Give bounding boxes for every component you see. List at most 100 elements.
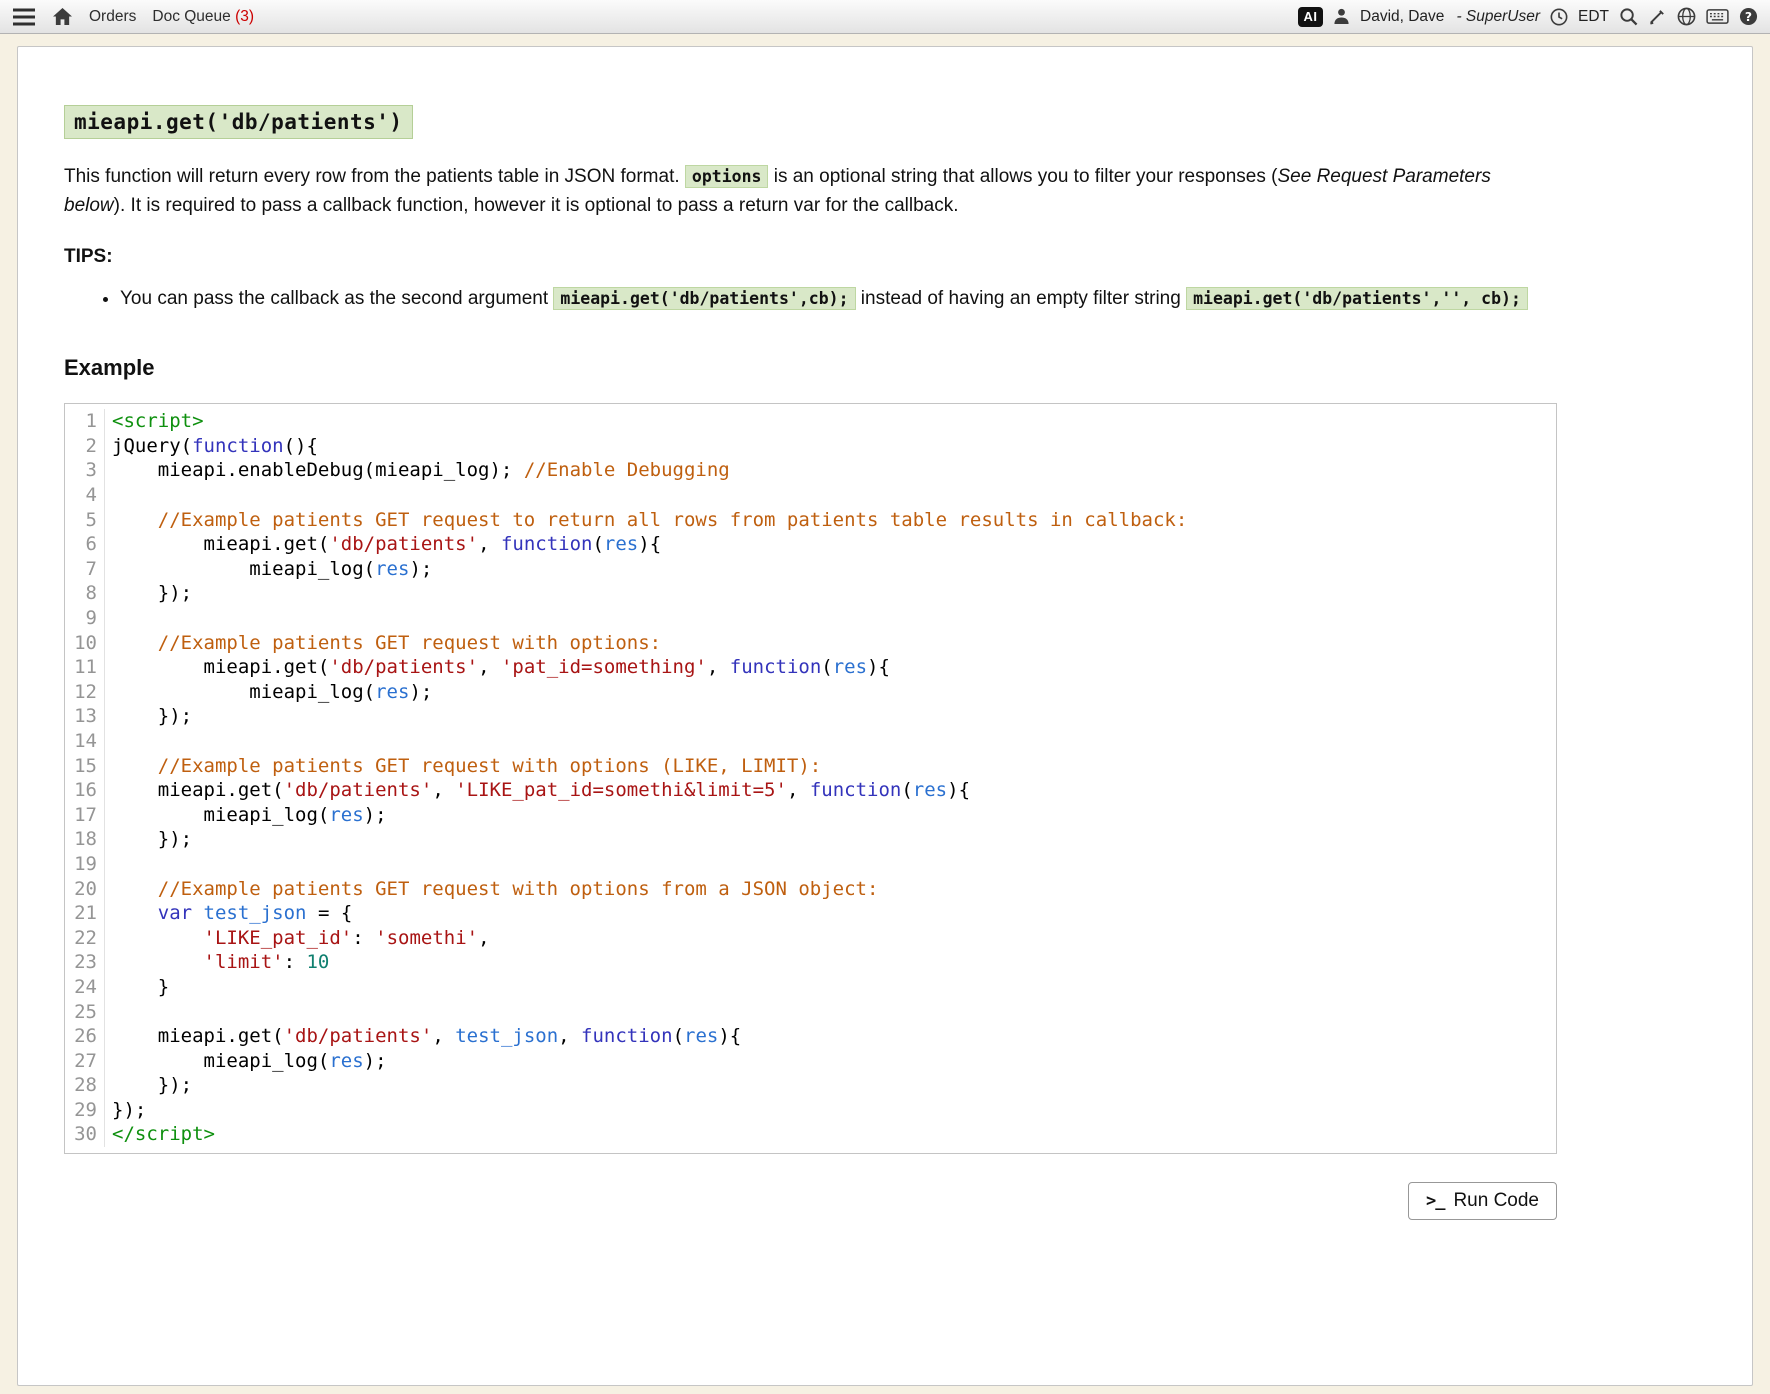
code-line: 5 //Example patients GET request to retu…	[65, 508, 1556, 533]
intro-text-2: is an optional string that allows you to…	[768, 166, 1277, 187]
nav-orders[interactable]: Orders	[89, 8, 136, 26]
user-icon	[1333, 8, 1350, 25]
code-text	[105, 1000, 123, 1025]
line-number: 21	[65, 901, 105, 926]
code-line: 4	[65, 483, 1556, 508]
code-line: 15 //Example patients GET request with o…	[65, 754, 1556, 779]
run-row: >_ Run Code	[64, 1182, 1557, 1220]
globe-icon[interactable]	[1677, 7, 1696, 26]
tip-item: You can pass the callback as the second …	[120, 282, 1557, 315]
line-number: 19	[65, 852, 105, 877]
code-block: 1<script>2jQuery(function(){3 mieapi.ena…	[64, 403, 1557, 1154]
code-lines: 1<script>2jQuery(function(){3 mieapi.ena…	[65, 409, 1556, 1147]
line-number: 3	[65, 458, 105, 483]
clock-icon[interactable]	[1550, 8, 1568, 26]
user-name[interactable]: David, Dave	[1360, 8, 1444, 26]
timezone-label: EDT	[1578, 8, 1609, 26]
code-line: 24 }	[65, 975, 1556, 1000]
code-text: });	[105, 1098, 146, 1123]
code-text: });	[105, 704, 192, 729]
line-number: 17	[65, 803, 105, 828]
code-line: 22 'LIKE_pat_id': 'somethi',	[65, 926, 1556, 951]
code-line: 7 mieapi_log(res);	[65, 557, 1556, 582]
help-icon[interactable]: ?	[1739, 7, 1758, 26]
line-number: 20	[65, 877, 105, 902]
tips-heading: TIPS:	[64, 246, 1557, 268]
code-text: mieapi_log(res);	[105, 1049, 387, 1074]
line-number: 23	[65, 950, 105, 975]
code-text: //Example patients GET request with opti…	[105, 877, 878, 902]
ai-badge[interactable]: AI	[1298, 7, 1323, 27]
code-line: 14	[65, 729, 1556, 754]
content-panel: mieapi.get('db/patients') This function …	[17, 46, 1753, 1386]
line-number: 28	[65, 1073, 105, 1098]
line-number: 7	[65, 557, 105, 582]
code-line: 21 var test_json = {	[65, 901, 1556, 926]
code-line: 11 mieapi.get('db/patients', 'pat_id=som…	[65, 655, 1556, 680]
code-text: mieapi.get('db/patients', 'pat_id=someth…	[105, 655, 890, 680]
line-number: 2	[65, 434, 105, 459]
code-text	[105, 483, 123, 508]
code-line: 13 });	[65, 704, 1556, 729]
line-number: 10	[65, 631, 105, 656]
code-line: 1<script>	[65, 409, 1556, 434]
intro-text-1: This function will return every row from…	[64, 166, 685, 187]
code-line: 8 });	[65, 581, 1556, 606]
code-line: 27 mieapi_log(res);	[65, 1049, 1556, 1074]
code-line: 17 mieapi_log(res);	[65, 803, 1556, 828]
code-text: <script>	[105, 409, 204, 434]
line-number: 24	[65, 975, 105, 1000]
line-number: 15	[65, 754, 105, 779]
menu-icon[interactable]	[12, 8, 36, 26]
nav-doc-queue[interactable]: Doc Queue (3)	[152, 8, 254, 26]
code-text: jQuery(function(){	[105, 434, 318, 459]
code-text: </script>	[105, 1122, 215, 1147]
home-icon[interactable]	[52, 7, 73, 26]
code-line: 10 //Example patients GET request with o…	[65, 631, 1556, 656]
code-text	[105, 852, 123, 877]
line-number: 13	[65, 704, 105, 729]
code-text	[105, 606, 123, 631]
inline-code-options: options	[685, 165, 769, 188]
inline-code-get-empty-cb: mieapi.get('db/patients','', cb);	[1186, 287, 1528, 310]
code-line: 12 mieapi_log(res);	[65, 680, 1556, 705]
code-text: 'LIKE_pat_id': 'somethi',	[105, 926, 490, 951]
line-number: 27	[65, 1049, 105, 1074]
code-line: 18 });	[65, 827, 1556, 852]
line-number: 29	[65, 1098, 105, 1123]
code-text: //Example patients GET request with opti…	[105, 754, 821, 779]
line-number: 22	[65, 926, 105, 951]
run-code-button[interactable]: >_ Run Code	[1408, 1182, 1557, 1220]
run-code-label: Run Code	[1453, 1190, 1539, 1212]
line-number: 9	[65, 606, 105, 631]
line-number: 12	[65, 680, 105, 705]
code-text: mieapi.get('db/patients', function(res){	[105, 532, 661, 557]
code-line: 2jQuery(function(){	[65, 434, 1556, 459]
code-line: 25	[65, 1000, 1556, 1025]
tip-text-1: You can pass the callback as the second …	[120, 288, 553, 309]
search-icon[interactable]	[1619, 7, 1638, 26]
code-text: mieapi.enableDebug(mieapi_log); //Enable…	[105, 458, 730, 483]
line-number: 30	[65, 1122, 105, 1147]
line-number: 1	[65, 409, 105, 434]
example-heading: Example	[64, 355, 1557, 381]
code-line: 19	[65, 852, 1556, 877]
code-text: });	[105, 827, 192, 852]
code-text: mieapi.get('db/patients', 'LIKE_pat_id=s…	[105, 778, 970, 803]
tips-list: You can pass the callback as the second …	[64, 282, 1557, 315]
edit-icon[interactable]	[1648, 7, 1667, 26]
line-number: 16	[65, 778, 105, 803]
keyboard-icon[interactable]	[1706, 9, 1729, 24]
terminal-icon: >_	[1426, 1191, 1444, 1211]
code-text: //Example patients GET request with opti…	[105, 631, 661, 656]
line-number: 14	[65, 729, 105, 754]
line-number: 5	[65, 508, 105, 533]
code-line: 26 mieapi.get('db/patients', test_json, …	[65, 1024, 1556, 1049]
code-text: });	[105, 581, 192, 606]
line-number: 6	[65, 532, 105, 557]
code-line: 6 mieapi.get('db/patients', function(res…	[65, 532, 1556, 557]
line-number: 18	[65, 827, 105, 852]
code-text: mieapi.get('db/patients', test_json, fun…	[105, 1024, 741, 1049]
code-line: 16 mieapi.get('db/patients', 'LIKE_pat_i…	[65, 778, 1556, 803]
line-number: 8	[65, 581, 105, 606]
